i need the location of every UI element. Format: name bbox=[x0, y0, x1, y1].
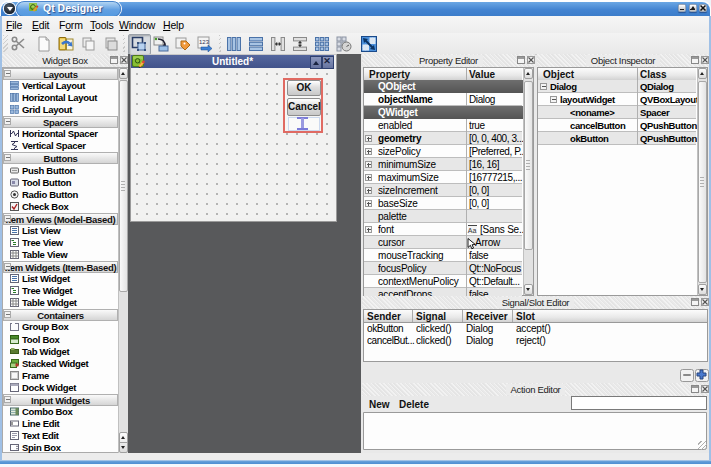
svg-text:123: 123 bbox=[199, 39, 210, 45]
